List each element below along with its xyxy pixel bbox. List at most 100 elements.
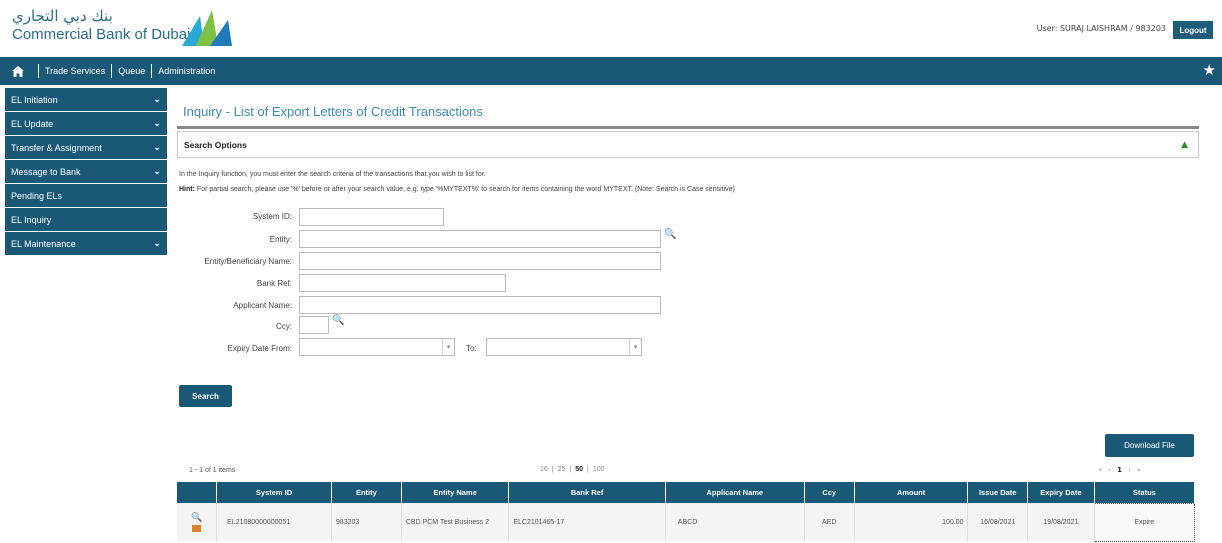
sidebar-item-label: Transfer & Assignment (11, 142, 102, 153)
user-label: User: (1036, 24, 1058, 33)
sidebar-item-el-update[interactable]: EL Update ⌄ (5, 112, 167, 136)
nav-separator (111, 64, 113, 78)
expiry-date-to-select[interactable] (486, 338, 642, 356)
cell-ccy: AED (804, 503, 855, 541)
nav-queue[interactable]: Queue (116, 66, 147, 76)
page-size-separator: | (587, 466, 589, 473)
page-size-option[interactable]: 25 (558, 466, 566, 473)
page-size-separator: | (551, 466, 554, 473)
column-header-system-id[interactable]: System ID (216, 482, 332, 503)
sidebar-item-label: Message to Bank (11, 166, 81, 177)
cell-applicant-name: ABCD (665, 503, 805, 541)
ccy-input[interactable] (299, 316, 329, 334)
logout-button[interactable]: Logout (1173, 21, 1213, 39)
expiry-from-label: Expiry Date From: (227, 344, 292, 353)
cell-issue-date: 16/08/2021 (967, 503, 1028, 541)
search-options-label: Search Options (184, 139, 247, 150)
expiry-date-from-select[interactable] (299, 338, 455, 356)
column-header-ccy[interactable]: Ccy (804, 482, 855, 503)
collapse-up-icon[interactable]: ▲ (1181, 140, 1188, 150)
page-size-selector: 10 | 25 | 50 | 100 (540, 466, 605, 473)
applicant-label: Applicant Name: (233, 301, 292, 310)
beneficiary-name-input[interactable] (299, 252, 661, 270)
view-icon[interactable]: 🔍 (181, 512, 212, 523)
cell-amount: 100.00 (854, 503, 969, 541)
hint-body: For partial search, please use '%' befor… (196, 186, 735, 193)
sidebar-item-el-inquiry[interactable]: EL Inquiry (5, 208, 167, 232)
sidebar-item-pending-els[interactable]: Pending ELs (5, 184, 167, 208)
cell-entity-name: CBD PCM Test Business 2 (401, 503, 510, 541)
table-row[interactable]: 🔍 EL21080000000051 983203 CBD PCM Test B… (177, 502, 1196, 542)
first-page-icon[interactable]: « (1098, 466, 1102, 474)
page-size-option-selected[interactable]: 50 (575, 466, 583, 473)
nav-administration[interactable]: Administration (156, 66, 217, 76)
search-options-panel-header[interactable]: Search Options ▲ (177, 131, 1199, 158)
magnifier-icon[interactable]: 🔍 (332, 315, 344, 326)
search-button[interactable]: Search (179, 385, 232, 407)
sidebar-item-label: EL Update (11, 118, 54, 129)
expiry-to-label: To: (466, 344, 477, 353)
cell-system-id: EL21080000000051 (216, 503, 332, 541)
sidebar-item-message-to-bank[interactable]: Message to Bank ⌄ (5, 160, 167, 184)
beneficiary-label: Entity/Beneficiary Name: (204, 257, 292, 266)
home-icon[interactable] (11, 65, 24, 78)
column-header-status[interactable]: Status (1094, 482, 1196, 503)
cell-entity: 983203 (331, 503, 402, 541)
entity-label: Entity: (269, 235, 292, 244)
column-header-applicant-name[interactable]: Applicant Name (665, 482, 805, 503)
page-size-option[interactable]: 100 (593, 466, 605, 473)
page-title: Inquiry - List of Export Letters of Cred… (183, 104, 483, 119)
prev-page-icon[interactable]: ‹ (1108, 466, 1111, 474)
folder-icon[interactable] (192, 525, 202, 532)
pager: « ‹ 1 › » (1098, 466, 1141, 474)
sidebar-item-transfer-assignment[interactable]: Transfer & Assignment ⌄ (5, 136, 167, 160)
items-count: 1 - 1 of 1 items (189, 467, 236, 474)
nav-trade-services[interactable]: Trade Services (43, 66, 107, 76)
star-icon[interactable]: ★ (1203, 61, 1216, 79)
chevron-down-icon: ⌄ (153, 142, 161, 152)
applicant-name-input[interactable] (299, 296, 661, 314)
sidebar-item-label: EL Maintenance (11, 238, 76, 249)
chevron-down-icon[interactable]: ▾ (442, 338, 454, 356)
hint-label: Hint: (179, 186, 195, 193)
sidebar-item-label: Pending ELs (11, 190, 63, 201)
row-actions: 🔍 (177, 503, 218, 541)
bank-ref-input[interactable] (299, 274, 506, 292)
column-header-entity[interactable]: Entity (331, 482, 402, 503)
cell-bank-ref: ELC2101465-17 (508, 503, 666, 541)
sidebar-item-el-initiation[interactable]: EL Initiation ⌄ (5, 88, 167, 112)
chevron-down-icon: ⌄ (153, 238, 161, 248)
magnifier-icon[interactable]: 🔍 (664, 229, 676, 240)
user-value: SURAJ LAISHRAM / 983203 (1059, 24, 1166, 33)
column-header-issue-date[interactable]: Issue Date (967, 482, 1028, 503)
current-page[interactable]: 1 (1117, 466, 1122, 474)
page-size-separator: | (569, 466, 572, 473)
cell-status: Expire (1093, 502, 1196, 542)
intro-text: In the Inquiry function, you must enter … (179, 171, 486, 178)
chevron-down-icon[interactable]: ▾ (629, 338, 641, 356)
system-id-input[interactable] (299, 208, 444, 226)
next-page-icon[interactable]: › (1128, 466, 1131, 474)
sidebar-item-el-maintenance[interactable]: EL Maintenance ⌄ (5, 232, 167, 256)
cell-expiry-date: 19/08/2021 (1027, 503, 1095, 541)
column-header-expiry-date[interactable]: Expiry Date (1027, 482, 1095, 503)
column-header-entity-name[interactable]: Entity Name (401, 482, 510, 503)
nav-separator (151, 64, 153, 78)
chevron-down-icon: ⌄ (153, 94, 161, 104)
actions-column-header (177, 482, 218, 503)
last-page-icon[interactable]: » (1137, 466, 1141, 474)
top-navbar: Trade Services Queue Administration ★ (0, 57, 1222, 85)
logo-arabic-text: بنك دبي التجاري (12, 7, 113, 25)
download-file-button[interactable]: Download File (1105, 434, 1194, 457)
sidebar-item-label: EL Inquiry (11, 214, 52, 225)
entity-input[interactable] (299, 230, 661, 248)
column-header-bank-ref[interactable]: Bank Ref (508, 482, 666, 503)
sidebar-item-label: EL Initiation (11, 94, 58, 105)
table-header-row: System ID Entity Entity Name Bank Ref Ap… (177, 482, 1196, 503)
nav-separator (38, 64, 39, 78)
results-table: System ID Entity Entity Name Bank Ref Ap… (177, 482, 1196, 542)
page-size-option[interactable]: 10 (540, 466, 548, 473)
hint-text: Hint: For partial search, please use '%'… (179, 186, 735, 193)
sidebar: EL Initiation ⌄ EL Update ⌄ Transfer & Ass… (5, 88, 167, 256)
column-header-amount[interactable]: Amount (854, 482, 969, 503)
